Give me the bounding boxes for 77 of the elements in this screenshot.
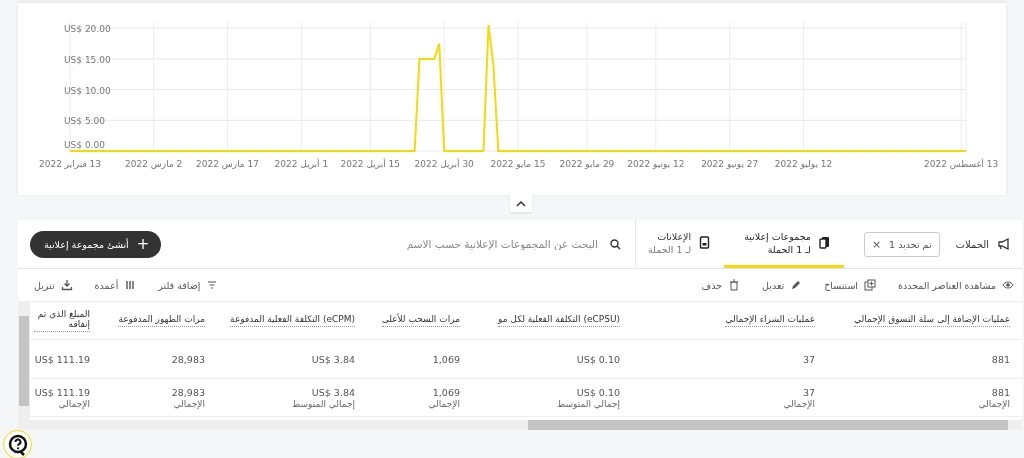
download-button[interactable]: تنزيل [30,279,77,291]
axis-label: 27 يونيو 2022 [701,159,759,169]
axis-label: 2 مارس 2022 [125,159,183,169]
column-header[interactable]: مرات السحب للأعلى [381,314,460,327]
total-value: 1,069 [431,386,460,398]
chevron-up-icon [516,200,526,207]
table-cell-text: 1,069 [431,353,460,365]
total-value: US$ 3.84 [310,386,355,398]
chip-label: تم تحديد 1 [889,238,932,250]
close-icon[interactable]: × [871,237,882,251]
total-caption: الإجمالي [57,398,90,409]
tab[interactable]: الإعلانات لـ 1 الحملة [634,220,725,268]
filter-button[interactable]: إضافة فلتر [154,279,223,291]
total-value: 28,983 [170,386,205,398]
campaigns-link[interactable]: الحملات [955,238,989,250]
axis-label: 12 يونيو 2022 [627,159,685,169]
axis-label: 13 فبراير 2022 [39,159,101,169]
column-header[interactable]: المبلغ الذي تم إنفاقه [34,309,90,332]
axis-label: US$ 0.00 [64,140,105,150]
axis-label: 30 أبريل 2022 [414,159,474,169]
axis-label: US$ 10.00 [64,85,111,96]
axis-label: US$ 5.00 [64,116,105,127]
table-cell-text: US$ 3.84 [310,353,355,365]
copy-icon [864,279,876,291]
column-header[interactable]: عمليات الشراء الإجمالي [725,314,815,327]
pencil-icon [790,279,803,291]
search-icon [609,238,621,250]
column-header[interactable]: (eCPM) التكلفة الفعلية المدفوعة [230,314,355,327]
vertical-scrollbar[interactable] [18,302,30,420]
total-caption: الإجمالي [977,398,1010,409]
trash-icon [728,279,741,291]
axis-label: 1 أبريل 2022 [274,159,329,169]
edit-button[interactable]: تعديل [758,279,807,291]
filter-icon [206,279,219,291]
total-caption: إجمالي المتوسط [291,398,355,409]
total-value: 37 [801,386,815,398]
view-button[interactable]: مشاهدة العناصر المحددة [894,279,1018,291]
axis-label: US$ 20.00 [64,24,111,35]
create-ad-group-button[interactable]: + أنشئ مجموعة إعلانية [30,230,162,258]
total-caption: الإجمالي [427,398,460,409]
search-field[interactable]: البحث عن المجموعات الإعلانية حسب الاسم [375,237,600,251]
axis-label: US$ 15.00 [64,54,111,65]
download-icon [60,279,73,291]
axis-label: 15 مايو 2022 [490,159,546,169]
phone-icon [699,236,711,249]
table-cell-text: 28,983 [170,353,205,365]
column-header[interactable]: عمليات الإضافة إلى سلة التسوق الإجمالي [853,314,1010,327]
axis-label: 17 مارس 2022 [196,159,260,169]
total-value: US$ 111.19 [34,386,90,398]
columns-button[interactable]: أعمدة [90,279,141,291]
delete-button[interactable]: حذف [697,279,745,291]
total-value: 881 [990,386,1010,398]
total-caption: الإجمالي [172,398,205,409]
horizontal-scrollbar[interactable] [18,420,1022,430]
table-cell: US$ 111.19 [34,353,90,365]
columns-icon [124,279,137,291]
megaphone-icon [997,238,1010,250]
column-header[interactable]: (eCPSU) التكلفة الفعلية لكل مو [498,314,620,327]
stacked-phones-icon [818,236,830,249]
axis-label: 15 أبريل 2022 [340,159,400,169]
total-value: US$ 0.10 [575,386,620,398]
table-cell-text: US$ 0.10 [575,353,620,365]
help-icon [6,433,29,456]
table-cell-text: 881 [990,353,1010,365]
table-cell-text: 37 [801,353,815,365]
axis-label: 12 يوليو 2022 [774,159,833,169]
eye-icon [1002,279,1014,291]
total-caption: الإجمالي [782,398,815,409]
tab[interactable]: مجموعات إعلانية لـ 1 الحملة [724,220,844,268]
axis-label: 29 مايو 2022 [559,159,615,169]
axis-label: 13 أغسطس 2022 [924,159,999,169]
column-header[interactable]: مرات الظهور المدفوعة [118,314,205,327]
help-button[interactable] [3,430,32,458]
copy-button[interactable]: استنساخ [820,279,880,291]
collapse-button[interactable] [510,195,532,212]
selection-chip[interactable]: تم تحديد 1 × [863,231,940,257]
total-caption: إجمالي المتوسط [556,398,620,409]
